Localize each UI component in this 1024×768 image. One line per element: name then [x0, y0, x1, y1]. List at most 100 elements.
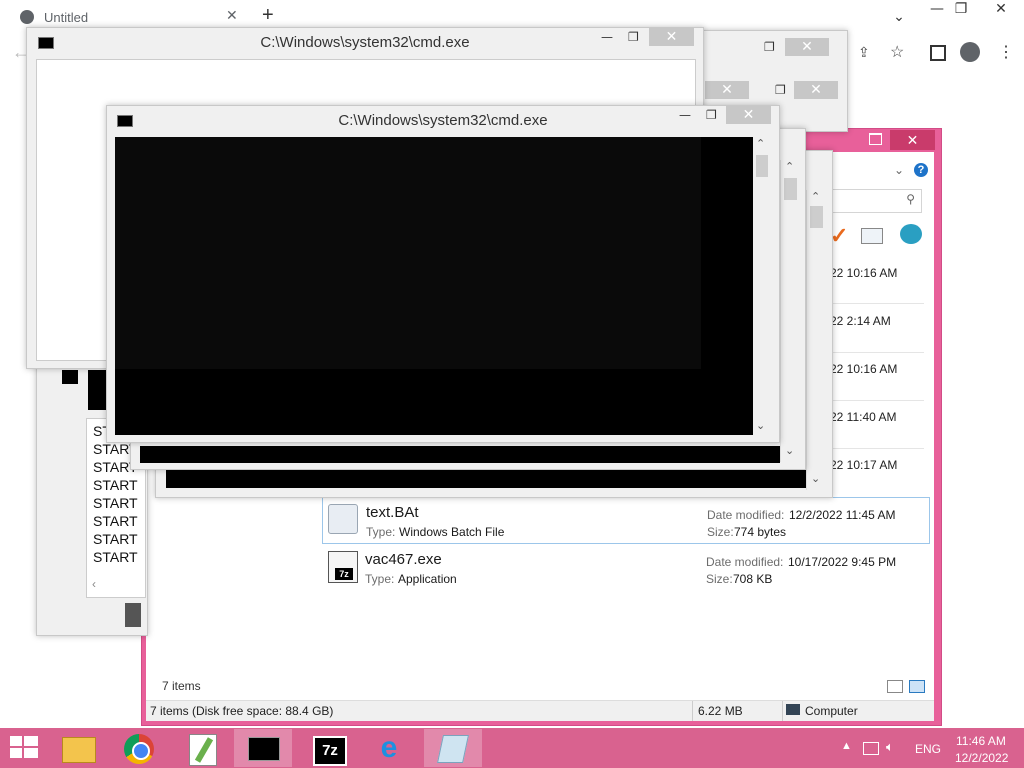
windows-start-icon[interactable]	[10, 736, 38, 760]
row-divider	[830, 400, 924, 401]
close-button[interactable]: ✕	[726, 106, 771, 124]
start-line: START	[93, 513, 138, 529]
scroll-up-arrow[interactable]: ⌃	[811, 190, 820, 203]
size-label: Size:	[706, 572, 733, 586]
start-line: START	[93, 477, 138, 493]
cmd-taskbar-icon[interactable]	[234, 729, 292, 767]
scroll-down-arrow[interactable]: ⌄	[811, 472, 820, 485]
stacked-scrollbar[interactable]: ⌃ ⌄	[806, 190, 827, 490]
network-icon[interactable]	[863, 742, 879, 755]
explorer-search-box[interactable]: ⚲	[830, 189, 922, 213]
window-title: C:\Windows\system32\cmd.exe	[338, 112, 548, 129]
menu-kebab-icon[interactable]: ⋮	[998, 42, 1014, 62]
row-divider	[830, 448, 924, 449]
scroll-thumb[interactable]	[810, 206, 823, 228]
row-divider	[830, 352, 924, 353]
status-size: 6.22 MB	[698, 704, 743, 718]
explorer-maximize-icon[interactable]	[869, 133, 882, 145]
start-line: START	[93, 531, 138, 547]
share-icon[interactable]: ⇪	[858, 44, 870, 61]
tab-search-icon[interactable]: ⌄	[884, 2, 914, 32]
type-label: Type:	[365, 572, 395, 586]
window-title: C:\Windows\system32\cmd.exe	[260, 34, 470, 51]
status-divider	[782, 701, 783, 721]
start-pane	[10, 736, 22, 746]
details-view-icon[interactable]	[887, 680, 903, 693]
stacked-close-button[interactable]: ✕	[705, 81, 749, 99]
close-window-button[interactable]: ✕	[986, 0, 1016, 24]
time-cell: 22 11:40 AM	[830, 410, 897, 424]
file-explorer-icon[interactable]	[50, 729, 108, 767]
stacked-close-button[interactable]: ✕	[785, 38, 829, 56]
file-row[interactable]: text.BAt Type: Windows Batch File Date m…	[322, 497, 930, 544]
scroll-thumb[interactable]	[756, 155, 768, 177]
clock-date[interactable]: 12/2/2022	[955, 751, 1008, 765]
stacked-cmd-console	[166, 470, 806, 488]
ie-e: e	[380, 731, 398, 764]
globe-icon	[20, 10, 34, 24]
cmd-scrollbar[interactable]: ⌃ ⌄	[753, 137, 771, 435]
scroll-down-arrow[interactable]: ⌄	[756, 419, 765, 432]
show-hidden-icons[interactable]: ▲	[841, 740, 852, 752]
close-button[interactable]: ✕	[649, 28, 694, 46]
file-row[interactable]: 7z vac467.exe Type: Application Date mod…	[322, 545, 930, 592]
clock-time[interactable]: 11:46 AM	[956, 734, 1006, 748]
explorer-status-bar: 7 items (Disk free space: 88.4 GB) 6.22 …	[146, 700, 934, 721]
properties-icon[interactable]	[861, 228, 883, 244]
black-square	[62, 370, 78, 384]
7zip-icon[interactable]: 7z	[300, 729, 358, 767]
file-name: text.BAt	[366, 504, 419, 521]
language-indicator[interactable]: ENG	[915, 742, 941, 756]
size-label: Size:	[707, 525, 734, 539]
star-icon[interactable]: ☆	[890, 42, 904, 62]
7z-badge: 7z	[335, 568, 353, 580]
profile-avatar-icon[interactable]	[960, 42, 980, 62]
folder-shape	[62, 737, 96, 763]
restore-button[interactable]: ❐	[946, 0, 976, 24]
minimize-button[interactable]: —	[679, 108, 691, 122]
new-tab-button[interactable]: +	[262, 4, 274, 27]
explorer-close-button[interactable]: ✕	[890, 130, 935, 150]
tab-title: Untitled	[44, 10, 89, 25]
search-icon: ⚲	[906, 192, 915, 206]
maximize-button[interactable]: ❐	[628, 30, 639, 44]
volume-icon[interactable]: 🔈︎	[886, 739, 894, 755]
date-value: 12/2/2022 11:45 AM	[789, 508, 896, 522]
stacked-scrollbar[interactable]: ⌃ ⌄	[780, 160, 801, 462]
cmd-icon	[117, 115, 133, 127]
stacked-cmd-console-2	[140, 446, 780, 463]
notepad-plus-icon[interactable]	[175, 729, 233, 767]
stacked-close-button[interactable]: ✕	[794, 81, 838, 99]
close-tab-icon[interactable]: ✕	[226, 7, 238, 24]
start-line: START	[93, 549, 138, 565]
scroll-up-arrow[interactable]: ⌃	[785, 160, 794, 173]
globe-shell-icon[interactable]	[900, 224, 922, 244]
date-label: Date modified:	[706, 555, 784, 569]
scroll-up-arrow[interactable]: ⌃	[756, 137, 765, 150]
thumbnail-image	[125, 603, 141, 627]
chrome-icon[interactable]	[110, 729, 168, 767]
status-left: 7 items (Disk free space: 88.4 GB)	[150, 704, 334, 718]
internet-explorer-icon[interactable]: e	[360, 729, 418, 767]
stacked-maximize-icon[interactable]: ❐	[764, 40, 775, 54]
scroll-left-arrow[interactable]: ‹	[92, 577, 96, 591]
start-line: START	[93, 495, 138, 511]
start-pane	[10, 748, 22, 758]
stacked-maximize-icon[interactable]: ❐	[775, 83, 786, 97]
7zip-box: 7z	[313, 736, 347, 766]
time-cell: 22 10:16 AM	[830, 266, 898, 280]
type-value: Application	[398, 572, 457, 586]
side-panel-icon[interactable]	[930, 45, 946, 61]
explorer-dropdown-icon[interactable]: ⌄	[894, 163, 904, 177]
maximize-button[interactable]: ❐	[706, 108, 717, 122]
time-cell: 22 2:14 AM	[830, 314, 891, 328]
scroll-thumb[interactable]	[784, 178, 797, 200]
status-divider	[692, 701, 693, 721]
large-icons-view-icon[interactable]	[909, 680, 925, 693]
help-icon[interactable]: ?	[914, 163, 928, 177]
minimize-button[interactable]: —	[601, 30, 613, 44]
app-blue-icon[interactable]	[424, 729, 482, 767]
batch-file-icon	[328, 504, 358, 534]
app-blue-shape	[437, 735, 469, 763]
scroll-down-arrow[interactable]: ⌄	[785, 444, 794, 457]
